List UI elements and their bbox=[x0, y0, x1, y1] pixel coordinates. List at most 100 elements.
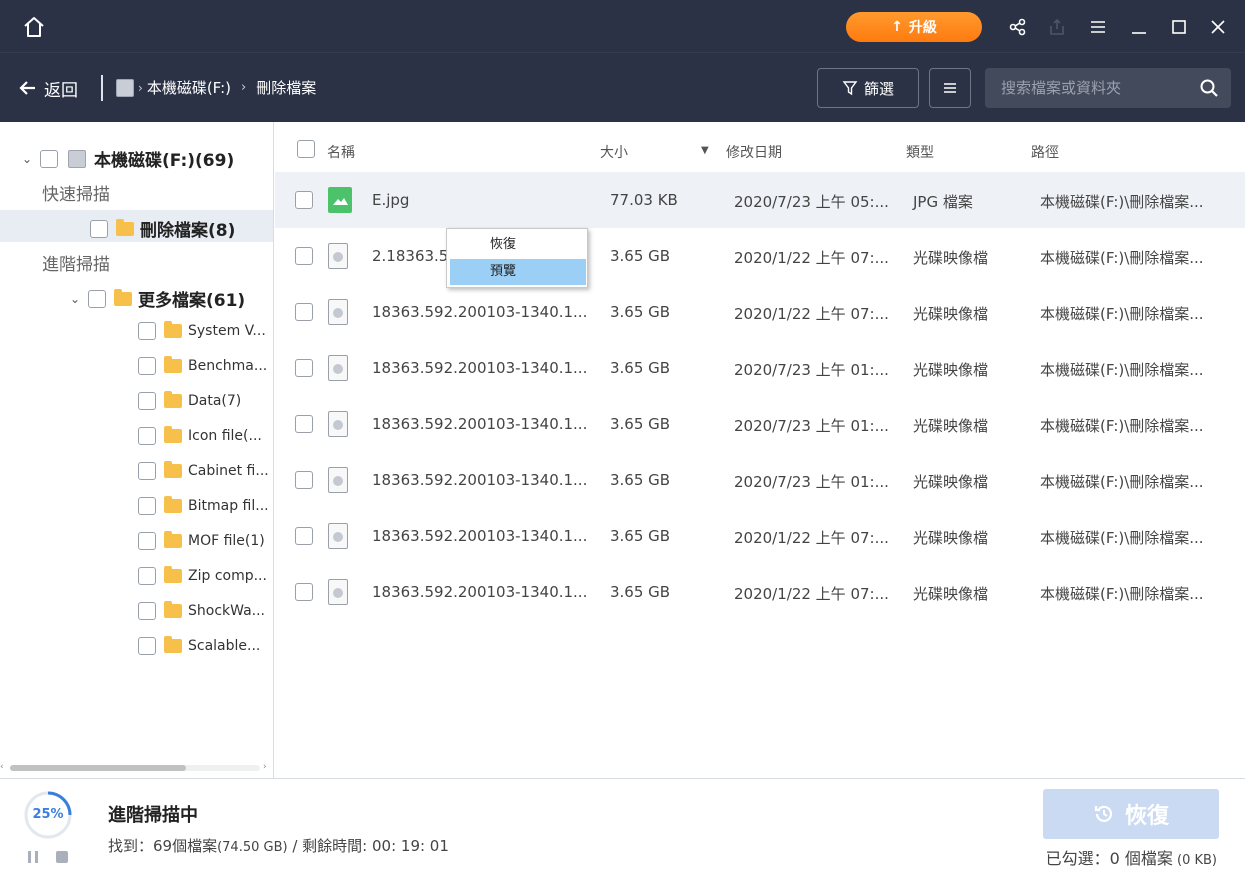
table-row[interactable]: 18363.592.200103-1340.1... 3.65 GB 2020/… bbox=[275, 396, 1245, 452]
tree-child-checkbox[interactable] bbox=[138, 602, 156, 620]
table-row[interactable]: E.jpg 77.03 KB 2020/7/23 上午 05:... JPG 檔… bbox=[275, 172, 1245, 228]
tree-root-checkbox[interactable] bbox=[40, 149, 58, 168]
tree-child[interactable]: Benchma... bbox=[138, 356, 267, 375]
file-name: 2.18363.5 bbox=[372, 247, 449, 265]
folder-icon bbox=[164, 636, 182, 653]
file-date: 2020/7/23 上午 01:... bbox=[734, 417, 889, 435]
filter-button[interactable]: 篩選 bbox=[817, 68, 919, 108]
tree-child[interactable]: Scalable... bbox=[138, 636, 260, 655]
back-button[interactable]: 返回 bbox=[18, 77, 78, 101]
scroll-left-icon[interactable]: ‹ bbox=[0, 762, 4, 772]
select-all-checkbox[interactable] bbox=[297, 140, 315, 158]
search-icon[interactable] bbox=[1199, 78, 1219, 98]
context-menu-preview[interactable]: 預覽 bbox=[450, 259, 586, 285]
scrollbar-thumb[interactable] bbox=[10, 765, 186, 771]
row-checkbox[interactable] bbox=[295, 303, 313, 321]
tree-child-checkbox[interactable] bbox=[138, 637, 156, 655]
table-row[interactable]: 2.18363.5 3.65 GB 2020/1/22 上午 07:... 光碟… bbox=[275, 228, 1245, 284]
tree-child-checkbox[interactable] bbox=[138, 462, 156, 480]
column-size[interactable]: 大小 bbox=[600, 142, 628, 162]
row-checkbox[interactable] bbox=[295, 415, 313, 433]
chevron-down-icon[interactable]: ⌄ bbox=[70, 292, 84, 306]
tree-child-checkbox[interactable] bbox=[138, 357, 156, 375]
tree-child[interactable]: MOF file(1) bbox=[138, 531, 265, 550]
tree-child-checkbox[interactable] bbox=[138, 322, 156, 340]
stop-icon[interactable] bbox=[56, 851, 68, 863]
search-input[interactable] bbox=[999, 78, 1189, 98]
tree-item-deleted-files[interactable]: 刪除檔案(8) bbox=[90, 216, 235, 241]
tree-child-checkbox[interactable] bbox=[138, 497, 156, 515]
found-count: 找到：69個檔案 bbox=[108, 837, 218, 855]
tree-child[interactable]: System V... bbox=[138, 321, 266, 340]
breadcrumb-folder[interactable]: 刪除檔案 bbox=[256, 77, 316, 98]
context-menu: 恢復 預覽 bbox=[446, 228, 588, 288]
row-checkbox[interactable] bbox=[295, 583, 313, 601]
file-type: 光碟映像檔 bbox=[913, 529, 989, 547]
row-checkbox[interactable] bbox=[295, 471, 313, 489]
column-name[interactable]: 名稱 bbox=[327, 142, 355, 162]
menu-icon[interactable] bbox=[1089, 18, 1107, 36]
tree-child-label: Zip comp... bbox=[188, 568, 267, 584]
tree-root[interactable]: ⌄ 本機磁碟(F:)(69) bbox=[22, 146, 234, 171]
home-icon[interactable] bbox=[22, 15, 46, 39]
disc-image-icon bbox=[328, 579, 348, 605]
found-size: (74.50 GB) bbox=[217, 840, 288, 855]
view-menu-button[interactable] bbox=[929, 68, 971, 108]
close-icon[interactable] bbox=[1209, 18, 1227, 36]
recover-button[interactable]: 恢復 bbox=[1043, 789, 1219, 839]
file-type: 光碟映像檔 bbox=[913, 417, 989, 435]
row-checkbox[interactable] bbox=[295, 247, 313, 265]
folder-icon bbox=[164, 356, 182, 373]
table-row[interactable]: 18363.592.200103-1340.1... 3.65 GB 2020/… bbox=[275, 564, 1245, 620]
maximize-icon[interactable] bbox=[1170, 18, 1188, 36]
tree-child-label: Bitmap fil... bbox=[188, 498, 269, 514]
breadcrumb-drive[interactable]: 本機磁碟(F:) bbox=[147, 77, 231, 98]
row-checkbox[interactable] bbox=[295, 359, 313, 377]
tree-child[interactable]: Bitmap fil... bbox=[138, 496, 269, 515]
tree-child-checkbox[interactable] bbox=[138, 532, 156, 550]
table-row[interactable]: 18363.592.200103-1340.1... 3.65 GB 2020/… bbox=[275, 452, 1245, 508]
tree-child[interactable]: ShockWa... bbox=[138, 601, 265, 620]
minimize-icon[interactable] bbox=[1130, 18, 1148, 36]
tree-child[interactable]: Zip comp... bbox=[138, 566, 267, 585]
context-menu-recover[interactable]: 恢復 bbox=[450, 232, 586, 258]
tree-child-checkbox[interactable] bbox=[138, 392, 156, 410]
tree-child[interactable]: Data(7) bbox=[138, 391, 241, 410]
file-name: 18363.592.200103-1340.1... bbox=[372, 471, 588, 489]
file-name: 18363.592.200103-1340.1... bbox=[372, 303, 588, 321]
table-row[interactable]: 18363.592.200103-1340.1... 3.65 GB 2020/… bbox=[275, 340, 1245, 396]
chevron-right-icon: › bbox=[241, 80, 247, 95]
column-path[interactable]: 路徑 bbox=[1031, 142, 1059, 162]
share-icon[interactable] bbox=[1009, 18, 1027, 36]
tree-item-more-files[interactable]: ⌄ 更多檔案(61) bbox=[70, 286, 245, 311]
tree-child[interactable]: Cabinet fi... bbox=[138, 461, 269, 480]
more-files-checkbox[interactable] bbox=[88, 289, 106, 308]
nav-bar: 返回 › 本機磁碟(F:) › 刪除檔案 篩選 bbox=[0, 52, 1245, 122]
pause-icon[interactable] bbox=[27, 851, 39, 863]
tree-child-checkbox[interactable] bbox=[138, 427, 156, 445]
row-checkbox[interactable] bbox=[295, 527, 313, 545]
tree-child-label: Icon file(... bbox=[188, 428, 262, 444]
tree-child-label: Cabinet fi... bbox=[188, 463, 269, 479]
drive-icon bbox=[116, 78, 134, 97]
column-type[interactable]: 類型 bbox=[906, 142, 934, 162]
tree-child[interactable]: Icon file(... bbox=[138, 426, 262, 445]
disc-image-icon bbox=[328, 299, 348, 325]
column-date[interactable]: 修改日期 bbox=[726, 142, 782, 162]
table-row[interactable]: 18363.592.200103-1340.1... 3.65 GB 2020/… bbox=[275, 284, 1245, 340]
file-path: 本機磁碟(F:)\刪除檔案... bbox=[1040, 361, 1204, 379]
row-checkbox[interactable] bbox=[295, 191, 313, 209]
horizontal-scrollbar[interactable]: ‹ › bbox=[0, 762, 272, 774]
file-type: 光碟映像檔 bbox=[913, 361, 989, 379]
file-date: 2020/1/22 上午 07:... bbox=[734, 529, 889, 547]
deleted-files-checkbox[interactable] bbox=[90, 219, 108, 238]
chevron-down-icon[interactable]: ⌄ bbox=[22, 152, 36, 166]
scroll-right-icon[interactable]: › bbox=[263, 762, 267, 772]
upgrade-button[interactable]: ↑ 升級 bbox=[846, 12, 982, 42]
table-row[interactable]: 18363.592.200103-1340.1... 3.65 GB 2020/… bbox=[275, 508, 1245, 564]
tree-child-checkbox[interactable] bbox=[138, 567, 156, 585]
file-path: 本機磁碟(F:)\刪除檔案... bbox=[1040, 193, 1204, 211]
file-date: 2020/1/22 上午 07:... bbox=[734, 585, 889, 603]
sort-desc-icon: ▼ bbox=[701, 145, 709, 156]
advanced-scan-label: 進階掃描 bbox=[42, 255, 110, 275]
